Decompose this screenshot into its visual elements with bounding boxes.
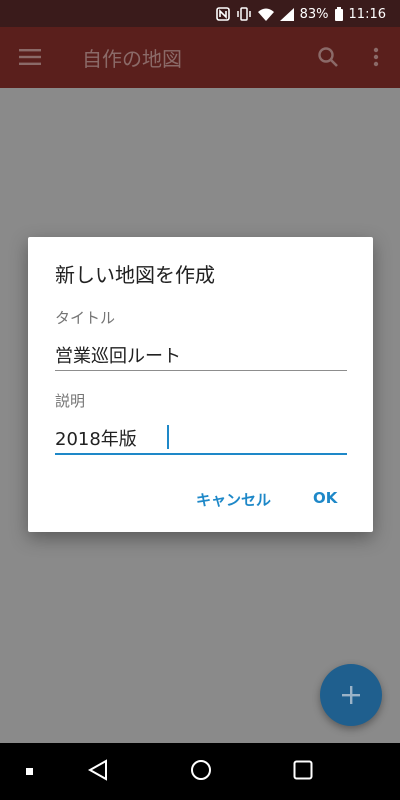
title-label: タイトル: [55, 309, 116, 327]
add-map-button[interactable]: [320, 664, 382, 726]
cancel-button[interactable]: キャンセル: [196, 489, 271, 510]
menu-button[interactable]: [16, 45, 44, 69]
home-icon: [191, 760, 211, 780]
back-button[interactable]: [87, 759, 109, 785]
more-vert-icon: [373, 47, 379, 67]
battery-icon: [334, 6, 343, 22]
vibrate-icon: [236, 6, 252, 22]
ok-button[interactable]: OK: [313, 489, 337, 507]
more-options-button[interactable]: [364, 43, 388, 71]
title-input[interactable]: [55, 339, 347, 371]
recents-button[interactable]: [293, 760, 313, 784]
home-button[interactable]: [190, 759, 212, 785]
signal-icon: [279, 6, 294, 22]
wifi-icon: [257, 6, 274, 22]
dot-icon[interactable]: [26, 768, 33, 775]
search-button[interactable]: [314, 43, 342, 71]
clock: 11:16: [348, 6, 386, 22]
app-title: 自作の地図: [82, 47, 182, 71]
back-icon: [87, 759, 107, 781]
search-icon: [318, 47, 338, 67]
status-bar: 83% 11:16: [0, 0, 400, 27]
text-cursor: [167, 425, 169, 449]
navigation-bar: [0, 743, 400, 800]
description-label: 説明: [55, 392, 86, 410]
battery-percent: 83%: [299, 6, 329, 22]
menu-icon: [19, 49, 41, 65]
create-map-dialog: 新しい地図を作成 タイトル 説明 キャンセル OK: [28, 237, 373, 532]
nfc-icon: [215, 6, 230, 22]
dialog-title: 新しい地図を作成: [55, 263, 215, 287]
recents-icon: [293, 760, 313, 780]
status-icons: 83% 11:16: [215, 4, 386, 24]
plus-icon: [342, 686, 360, 704]
app-bar: 自作の地図: [0, 27, 400, 88]
description-input[interactable]: [55, 423, 347, 455]
